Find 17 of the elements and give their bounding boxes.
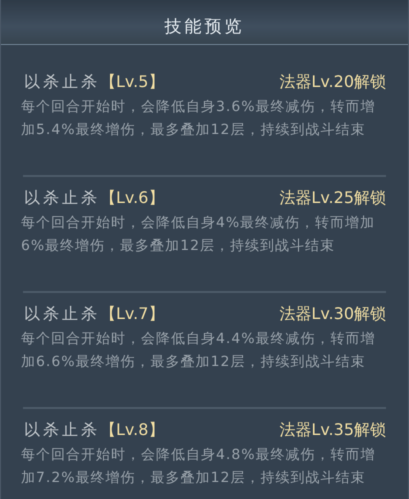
panel-title: 技能预览: [164, 16, 244, 38]
skill-level: 【Lv.8】: [100, 420, 164, 441]
skill-description: 每个回合开始时，会降低自身4.8%最终减伤，转而增加7.2%最终增伤，最多叠加12层，持续到战斗结束: [21, 446, 377, 488]
skill-description: 每个回合开始时，会降低自身3.6%最终减伤，转而增加5.4%最终增伤，最多叠加12层，持续到战斗结束: [21, 98, 377, 140]
skill-description: 每个回合开始时，会降低自身4%最终减伤，转而增加6%最终增伤，最多叠加12层，持续到战斗结束: [21, 214, 376, 256]
skill-description: 每个回合开始时，会降低自身4.4%最终减伤，转而增加6.6%最终增伤，最多叠加12层，持续到战斗结束: [21, 330, 377, 372]
skill-name: 以杀止杀: [24, 188, 100, 209]
skill-level: 【Lv.6】: [100, 188, 164, 209]
skill-name: 以杀止杀: [24, 420, 100, 441]
skill-level: 【Lv.5】: [100, 72, 164, 93]
skill-name: 以杀止杀: [24, 72, 100, 93]
unlock-requirement: 法器Lv.30解锁: [279, 304, 386, 325]
skill-level: 【Lv.7】: [100, 304, 164, 325]
skill-name: 以杀止杀: [24, 304, 100, 325]
unlock-requirement: 法器Lv.20解锁: [279, 72, 386, 93]
unlock-requirement: 法器Lv.35解锁: [279, 420, 386, 441]
unlock-requirement: 法器Lv.25解锁: [279, 188, 386, 209]
